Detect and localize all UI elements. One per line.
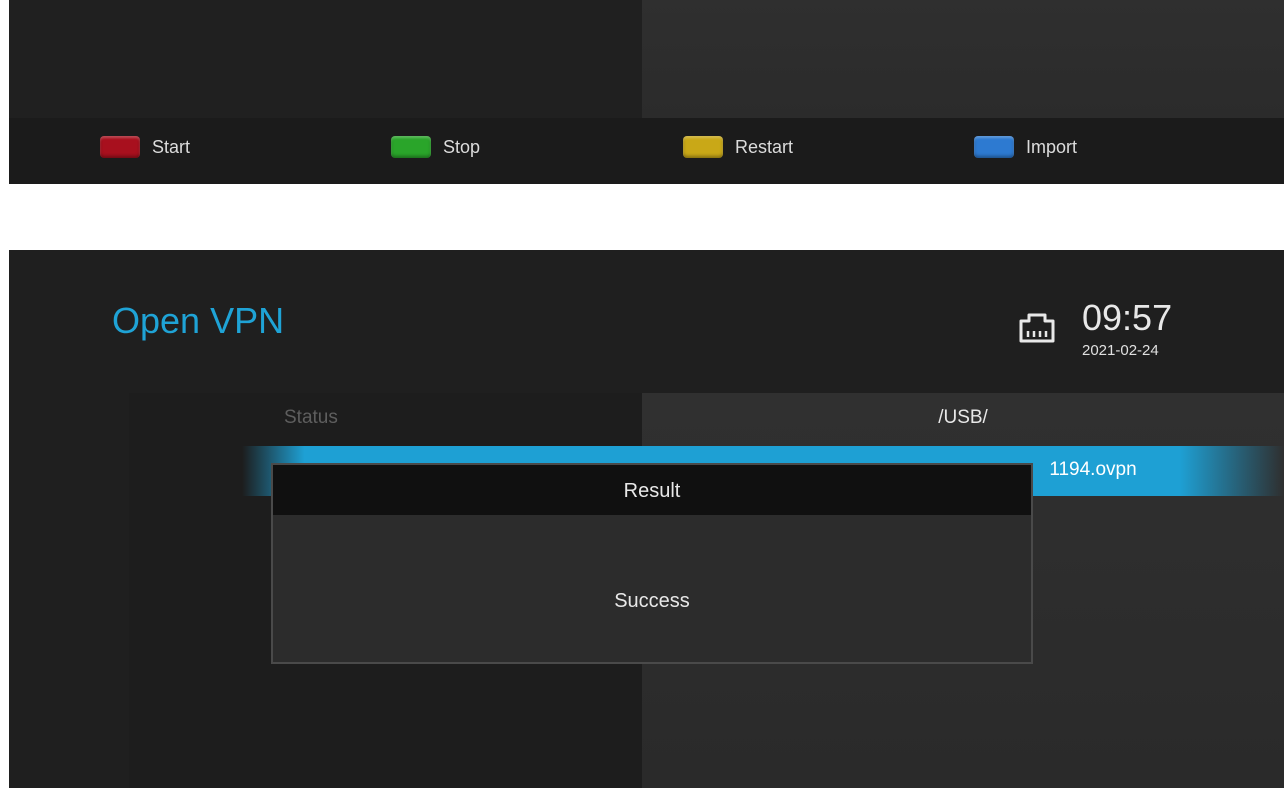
config-filename: 1194.ovpn	[1049, 459, 1137, 480]
yellow-key-restart[interactable]: Restart	[683, 136, 793, 158]
dialog-title: Result	[623, 480, 681, 502]
yellow-button-icon	[683, 136, 723, 158]
clock-time: 09:57	[1082, 297, 1173, 338]
clock-date: 2021-02-24	[1082, 342, 1159, 359]
red-key-start[interactable]: Start	[100, 136, 190, 158]
screenshot-canvas: Start Stop Restart Import Open VPN 09:57…	[0, 0, 1284, 788]
blue-key-import[interactable]: Import	[974, 136, 1077, 158]
start-label: Start	[152, 136, 191, 157]
stop-label: Stop	[443, 136, 481, 157]
top-right-pane	[642, 0, 1284, 118]
page-title: Open VPN	[112, 300, 285, 341]
result-dialog[interactable]: Result Success	[271, 463, 1033, 664]
restart-label: Restart	[735, 136, 794, 157]
blue-button-icon	[974, 136, 1014, 158]
ethernet-port-icon	[1019, 313, 1055, 343]
config-path-value[interactable]: /USB/	[642, 407, 1284, 429]
green-key-stop[interactable]: Stop	[391, 136, 480, 158]
import-label: Import	[1026, 136, 1078, 157]
green-button-icon	[391, 136, 431, 158]
openvpn-screen: Open VPN 09:57 2021-02-24 Status /USB/ 1…	[9, 250, 1284, 788]
color-key-bar	[9, 118, 1284, 184]
dialog-message: Success	[614, 590, 690, 612]
top-left-pane	[9, 0, 642, 118]
top-screen: Start Stop Restart Import	[9, 0, 1284, 184]
status-row-label[interactable]: Status	[284, 407, 338, 429]
red-button-icon	[100, 136, 140, 158]
